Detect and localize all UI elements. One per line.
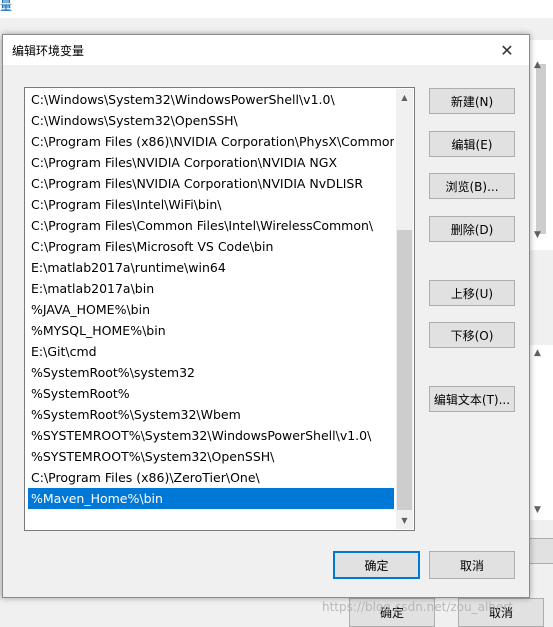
path-list-item[interactable]: %JAVA_HOME%\bin xyxy=(28,299,394,320)
path-list-items: C:\Windows\System32\WindowsPowerShell\v1… xyxy=(28,89,394,509)
scroll-up-icon[interactable]: ▲ xyxy=(396,89,413,106)
path-list: C:\Windows\System32\WindowsPowerShell\v1… xyxy=(24,87,415,531)
path-list-scrollbar[interactable]: ▲ ▼ xyxy=(396,89,413,529)
parent-scroll-down-icon[interactable]: ▼ xyxy=(534,230,541,240)
path-list-item[interactable]: C:\Program Files\Microsoft VS Code\bin xyxy=(28,236,394,257)
move-down-button-label: 下移(O) xyxy=(450,328,494,343)
cancel-button-label: 取消 xyxy=(459,558,484,573)
path-list-item[interactable]: C:\Program Files\Intel\WiFi\bin\ xyxy=(28,194,394,215)
delete-button[interactable]: 删除(D) xyxy=(429,216,515,242)
parent-scrollbar-thumb[interactable] xyxy=(536,64,546,234)
path-list-item[interactable]: %SystemRoot% xyxy=(28,383,394,404)
path-list-item[interactable]: %SYSTEMROOT%\System32\OpenSSH\ xyxy=(28,446,394,467)
edit-env-variable-dialog: 编辑环境变量 ✕ C:\Windows\System32\WindowsPowe… xyxy=(2,34,530,598)
cancel-button[interactable]: 取消 xyxy=(429,551,515,579)
path-list-item[interactable]: E:\matlab2017a\runtime\win64 xyxy=(28,257,394,278)
delete-button-label: 删除(D) xyxy=(450,222,494,237)
path-list-item[interactable]: E:\Git\cmd xyxy=(28,341,394,362)
path-list-item[interactable]: C:\Program Files\NVIDIA Corporation\NVID… xyxy=(28,173,394,194)
parent-user-variables-list xyxy=(528,40,553,250)
move-up-button-label: 上移(U) xyxy=(450,286,494,301)
scroll-down-icon[interactable]: ▼ xyxy=(396,512,413,529)
path-list-item[interactable]: C:\Windows\System32\OpenSSH\ xyxy=(28,110,394,131)
ok-button-label: 确定 xyxy=(364,558,389,573)
parent-scroll-down-icon-2[interactable]: ▼ xyxy=(534,505,541,515)
path-list-item[interactable]: %SYSTEMROOT%\System32\WindowsPowerShell\… xyxy=(28,425,394,446)
browse-button[interactable]: 浏览(B)... xyxy=(429,173,515,199)
move-up-button[interactable]: 上移(U) xyxy=(429,280,515,306)
path-list-item[interactable]: %Maven_Home%\bin xyxy=(28,488,394,509)
new-button[interactable]: 新建(N) xyxy=(429,88,515,114)
parent-side-button[interactable] xyxy=(528,538,553,564)
parent-window-title-fragment: 量 xyxy=(0,0,13,13)
edit-text-button-label: 编辑文本(T)... xyxy=(433,392,511,407)
path-list-item[interactable]: %MYSQL_HOME%\bin xyxy=(28,320,394,341)
edit-text-button[interactable]: 编辑文本(T)... xyxy=(429,386,515,412)
parent-scroll-up-icon[interactable]: ▲ xyxy=(534,60,541,70)
parent-window-header: 量 xyxy=(0,0,553,18)
path-list-item[interactable]: E:\matlab2017a\bin xyxy=(28,278,394,299)
edit-button[interactable]: 编辑(E) xyxy=(429,131,515,157)
dialog-title: 编辑环境变量 xyxy=(12,44,85,58)
close-button[interactable]: ✕ xyxy=(485,35,529,65)
path-list-item[interactable]: %SystemRoot%\system32 xyxy=(28,362,394,383)
path-list-item[interactable]: C:\Program Files\Common Files\Intel\Wire… xyxy=(28,215,394,236)
edit-button-label: 编辑(E) xyxy=(451,137,493,152)
browse-button-label: 浏览(B)... xyxy=(445,179,499,194)
path-list-item[interactable]: %SystemRoot%\System32\Wbem xyxy=(28,404,394,425)
parent-scroll-up-icon-2[interactable]: ▲ xyxy=(534,348,541,358)
path-list-item[interactable]: C:\Program Files\NVIDIA Corporation\NVID… xyxy=(28,152,394,173)
scrollbar-thumb[interactable] xyxy=(397,230,412,510)
path-list-item[interactable]: C:\Windows\System32\WindowsPowerShell\v1… xyxy=(28,89,394,110)
ok-button[interactable]: 确定 xyxy=(333,551,420,579)
parent-system-variables-list xyxy=(528,345,553,520)
dialog-titlebar: 编辑环境变量 ✕ xyxy=(3,35,529,65)
new-button-label: 新建(N) xyxy=(450,94,494,109)
move-down-button[interactable]: 下移(O) xyxy=(429,322,515,348)
path-list-item[interactable]: C:\Program Files (x86)\NVIDIA Corporatio… xyxy=(28,131,394,152)
close-icon: ✕ xyxy=(500,40,514,60)
watermark: https://blog.csdn.net/zou_albert xyxy=(322,600,513,614)
path-list-item[interactable]: C:\Program Files (x86)\ZeroTier\One\ xyxy=(28,467,394,488)
